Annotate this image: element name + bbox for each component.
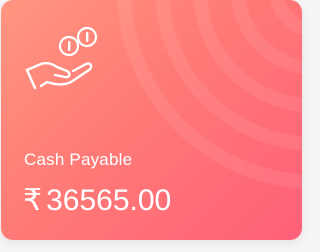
- cash-payable-card[interactable]: Cash Payable ₹36565.00: [1, 0, 302, 240]
- amount-value: 36565.00: [46, 184, 172, 217]
- cash-payable-label: Cash Payable: [24, 150, 133, 169]
- cash-hand-coins-icon: [23, 24, 105, 96]
- cash-payable-amount: ₹36565.00: [23, 183, 171, 219]
- currency-symbol: ₹: [23, 184, 43, 217]
